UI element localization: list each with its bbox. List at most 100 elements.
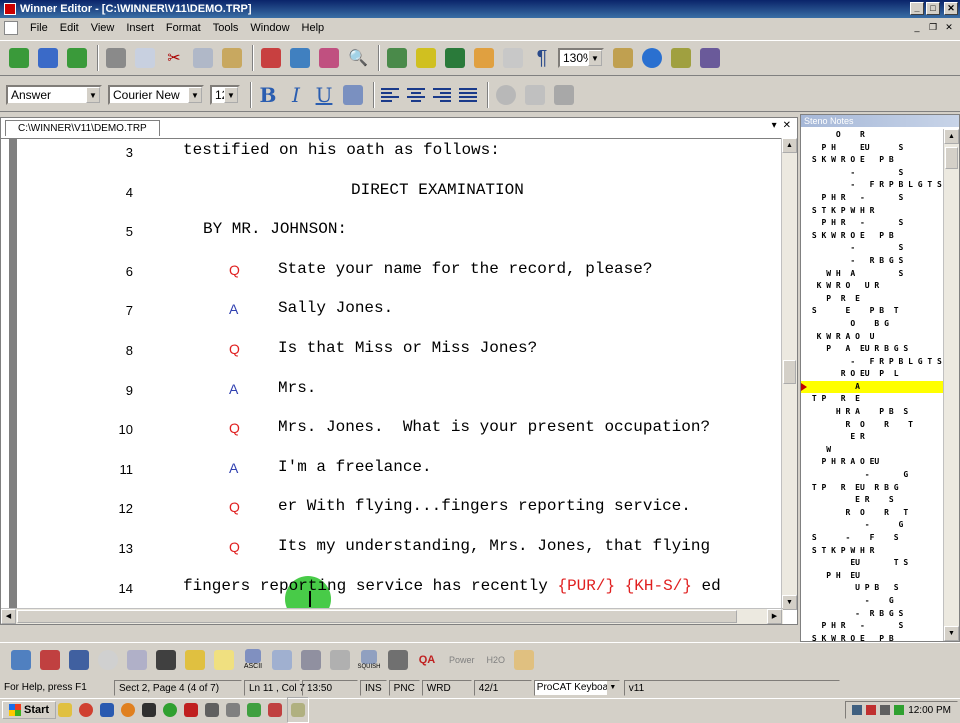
menu-tools[interactable]: Tools <box>207 22 245 34</box>
menu-edit[interactable]: Edit <box>54 22 85 34</box>
transcript-line[interactable]: 14 fingers reporting service has recently… <box>1 577 783 601</box>
transcript-line[interactable]: 12 Qer With flying...fingers reporting se… <box>1 497 783 521</box>
transcript-line[interactable]: 6 Q State your name for the record, please… <box>1 260 783 284</box>
mdi-close-button[interactable]: ✕ <box>942 20 956 34</box>
steno-scroll-up-button[interactable]: ▲ <box>944 129 959 144</box>
menu-format[interactable]: Format <box>160 22 207 34</box>
document-button[interactable] <box>269 647 295 673</box>
quicklaunch-camera[interactable] <box>224 697 242 723</box>
monitor-button[interactable] <box>153 647 179 673</box>
h2o-label[interactable]: H2O <box>487 655 506 665</box>
steno-row[interactable]: P H R - S <box>801 217 943 230</box>
bold-button[interactable]: B <box>256 83 280 107</box>
qa-button[interactable]: QA <box>414 647 440 673</box>
steno-row[interactable]: P H R - S <box>801 192 943 205</box>
menu-window[interactable]: Window <box>244 22 295 34</box>
menu-file[interactable]: File <box>24 22 54 34</box>
menu-help[interactable]: Help <box>296 22 331 34</box>
steno-row[interactable]: - S <box>801 242 943 255</box>
steno-row[interactable]: - F R P B L G T S <box>801 179 943 192</box>
zoom-select[interactable]: 130% ▼ <box>558 48 604 68</box>
steno-row[interactable]: W H A S <box>801 268 943 281</box>
steno-row[interactable]: E R <box>801 431 943 444</box>
line-text[interactable]: Sally Jones. <box>278 299 393 317</box>
line-text[interactable]: State your name for the record, please? <box>278 260 652 278</box>
scroll-left-button[interactable]: ◀ <box>1 609 16 624</box>
font-color-button[interactable] <box>340 82 366 108</box>
convert-button[interactable] <box>316 45 342 71</box>
save-button[interactable] <box>35 45 61 71</box>
spellcheck-button[interactable] <box>132 45 158 71</box>
maximize-button[interactable]: □ <box>926 2 940 15</box>
window-button[interactable] <box>610 45 636 71</box>
steno-row[interactable]: P H R A O EU <box>801 456 943 469</box>
mdi-minimize-button[interactable]: _ <box>910 20 924 34</box>
quicklaunch-tool[interactable] <box>203 697 221 723</box>
copy-button[interactable] <box>190 45 216 71</box>
italic-button[interactable]: I <box>284 83 308 107</box>
quicklaunch-media[interactable] <box>161 697 179 723</box>
paragraph-button[interactable]: ¶ <box>529 45 555 71</box>
steno-row[interactable]: P H R - S <box>801 620 943 633</box>
markers-button[interactable] <box>37 647 63 673</box>
upload-button[interactable] <box>64 45 90 71</box>
tab-close-icon[interactable]: ✕ <box>783 120 791 131</box>
quicklaunch-firefox[interactable] <box>119 697 137 723</box>
steno-row[interactable]: T P R E <box>801 393 943 406</box>
line-text[interactable]: Its my understanding, Mrs. Jones, that f… <box>278 537 710 555</box>
steno-row[interactable]: R O R T <box>801 419 943 432</box>
squish-button[interactable]: SQUISH <box>356 647 382 673</box>
steno-row[interactable]: S K W R O E P B <box>801 633 943 641</box>
scroll-up-button[interactable]: ▲ <box>782 138 797 153</box>
steno-row[interactable]: K W R O U R <box>801 280 943 293</box>
steno-notes-list[interactable]: O R P H EU S S K W R O E P B - S - F R P… <box>801 129 943 641</box>
align-left-button[interactable] <box>379 84 401 106</box>
dictionary-button[interactable] <box>258 45 284 71</box>
steno-row[interactable]: P H EU <box>801 570 943 583</box>
mdi-restore-button[interactable]: ❐ <box>926 20 940 34</box>
print-button[interactable] <box>103 45 129 71</box>
tray-shield-icon[interactable] <box>866 705 877 715</box>
steno-row[interactable]: W <box>801 444 943 457</box>
transcript-line[interactable]: 8 Q Is that Miss or Miss Jones? <box>1 339 783 363</box>
steno-row[interactable]: O R <box>801 129 943 142</box>
quicklaunch-word[interactable] <box>98 697 116 723</box>
line-text[interactable]: fingers reporting service has recently {… <box>183 577 721 595</box>
menu-insert[interactable]: Insert <box>120 22 160 34</box>
chevron-down-icon[interactable]: ▼ <box>588 50 602 66</box>
line-text[interactable]: Mrs. Jones. What is your present occupat… <box>278 418 710 436</box>
minimize-button[interactable]: _ <box>910 2 924 15</box>
keyboard-button[interactable] <box>385 647 411 673</box>
undo-button[interactable] <box>471 45 497 71</box>
document-menu-icon[interactable] <box>4 21 18 35</box>
steno-row[interactable]: H R A P B S <box>801 406 943 419</box>
print-preview-button[interactable] <box>327 647 353 673</box>
align-center-button[interactable] <box>405 84 427 106</box>
steno-row[interactable]: - G <box>801 469 943 482</box>
disk-button[interactable] <box>66 647 92 673</box>
steno-scrollbar[interactable]: ▲ ▼ <box>943 129 959 641</box>
timer-button[interactable] <box>95 647 121 673</box>
steno-row[interactable]: U P B S <box>801 582 943 595</box>
vertical-scrollbar[interactable]: ▲ ▼ <box>781 138 797 610</box>
search-button[interactable]: 🔍 <box>345 45 371 71</box>
close-button[interactable]: ✕ <box>944 2 958 15</box>
tab-menu-icon[interactable]: ▾ <box>772 120 777 131</box>
style-select[interactable]: Answer ▼ <box>6 84 102 105</box>
edit-button[interactable] <box>182 647 208 673</box>
menu-view[interactable]: View <box>85 22 121 34</box>
note-button[interactable] <box>211 647 237 673</box>
untranslate-2[interactable]: {KH-S/} <box>625 577 692 595</box>
steno-row[interactable]: - G <box>801 519 943 532</box>
steno-row[interactable]: S T K P W H R <box>801 545 943 558</box>
steno-row[interactable]: - R B G S <box>801 255 943 268</box>
chevron-down-icon[interactable]: ▼ <box>86 86 100 103</box>
quicklaunch-folder[interactable] <box>56 697 74 723</box>
steno-row[interactable]: T P R EU R B G <box>801 482 943 495</box>
steno-scroll-thumb[interactable] <box>945 147 958 169</box>
video-button[interactable] <box>551 82 577 108</box>
steno-row[interactable]: EU T S <box>801 557 943 570</box>
scroll-thumb[interactable] <box>783 360 796 384</box>
quicklaunch-rocket[interactable] <box>266 697 284 723</box>
steno-row[interactable]: R O EU P L <box>801 368 943 381</box>
